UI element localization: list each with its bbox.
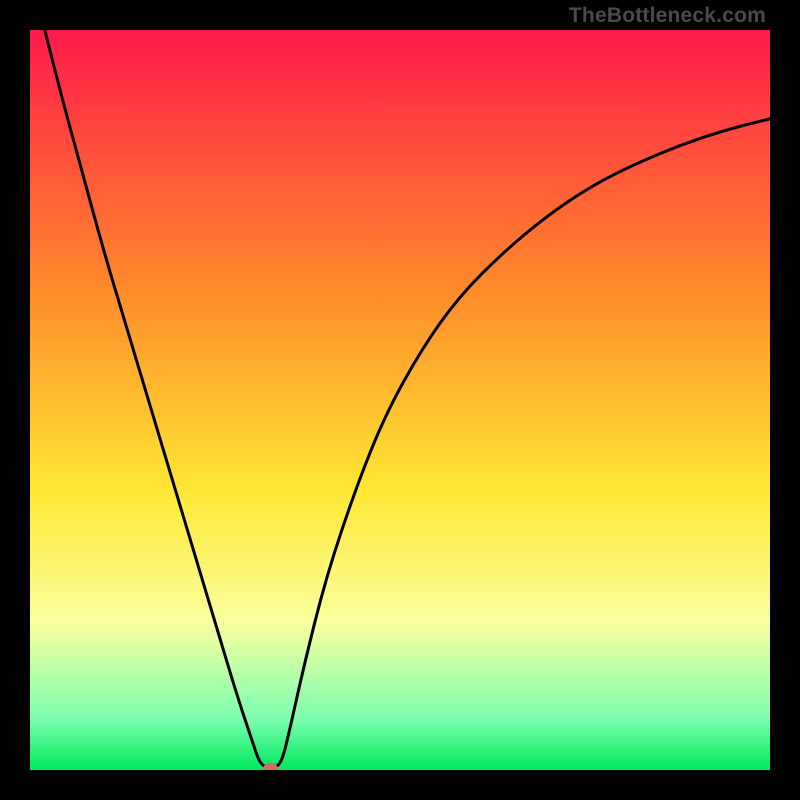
- optimal-point-marker: [264, 763, 278, 770]
- plot-area: [30, 30, 770, 770]
- chart-frame: TheBottleneck.com: [0, 0, 800, 800]
- bottleneck-curve: [30, 30, 770, 770]
- watermark-text: TheBottleneck.com: [569, 4, 766, 28]
